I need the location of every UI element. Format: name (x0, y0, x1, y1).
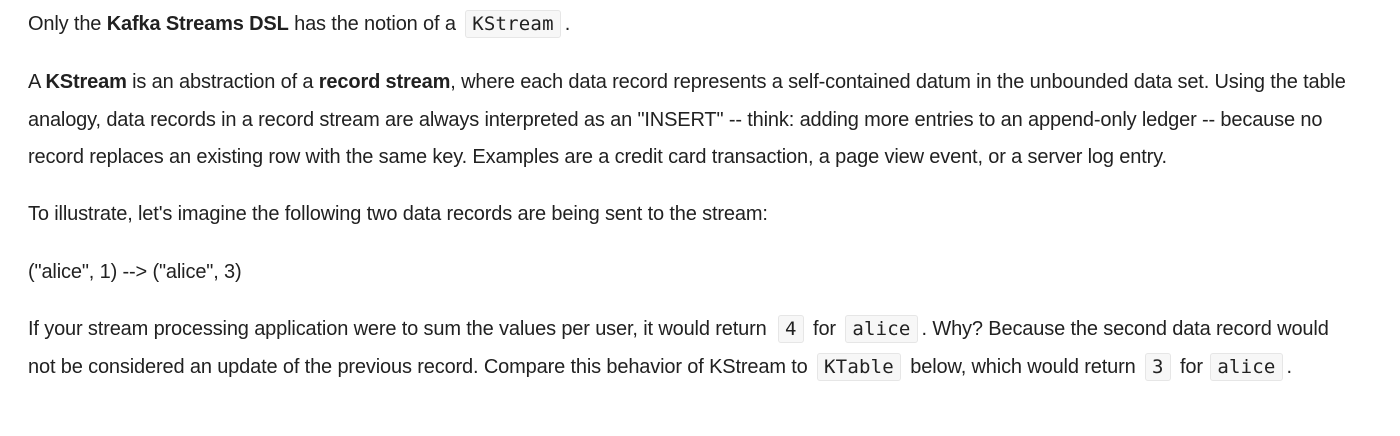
paragraph-sum-example: If your stream processing application we… (28, 311, 1360, 386)
text: To illustrate, let's imagine the followi… (28, 203, 768, 225)
text: . (1286, 355, 1293, 378)
paragraph-records-example: ("alice", 1) --> ("alice", 3) (28, 254, 1360, 292)
text: for (1174, 355, 1209, 378)
text: ("alice", 1) --> ("alice", 3) (28, 261, 242, 283)
text: for (807, 318, 842, 340)
text: If your stream processing application we… (28, 318, 772, 340)
text: Only the (28, 13, 107, 35)
inline-code: 4 (777, 315, 804, 343)
inline-code: alice (1210, 352, 1283, 381)
inline-code: 3 (1144, 352, 1171, 381)
inline-code: alice (845, 315, 918, 343)
bold-term: record stream (318, 71, 451, 93)
inline-code: KStream (465, 10, 561, 38)
paragraph-illustrate: To illustrate, let's imagine the followi… (28, 196, 1360, 234)
bold-term: Kafka Streams DSL (106, 13, 289, 35)
paragraph-kstream-definition: A KStream is an abstraction of a record … (28, 64, 1360, 177)
text: . (564, 13, 571, 35)
text: A (28, 71, 46, 93)
inline-code: KTable (817, 352, 901, 381)
text: has the notion of a (288, 13, 462, 35)
paragraph-intro: Only the Kafka Streams DSL has the notio… (28, 6, 1360, 44)
bold-term: KStream (45, 71, 127, 93)
text: is an abstraction of a (126, 71, 319, 93)
document-body: Only the Kafka Streams DSL has the notio… (0, 0, 1400, 436)
text: below, which would return (904, 355, 1141, 378)
